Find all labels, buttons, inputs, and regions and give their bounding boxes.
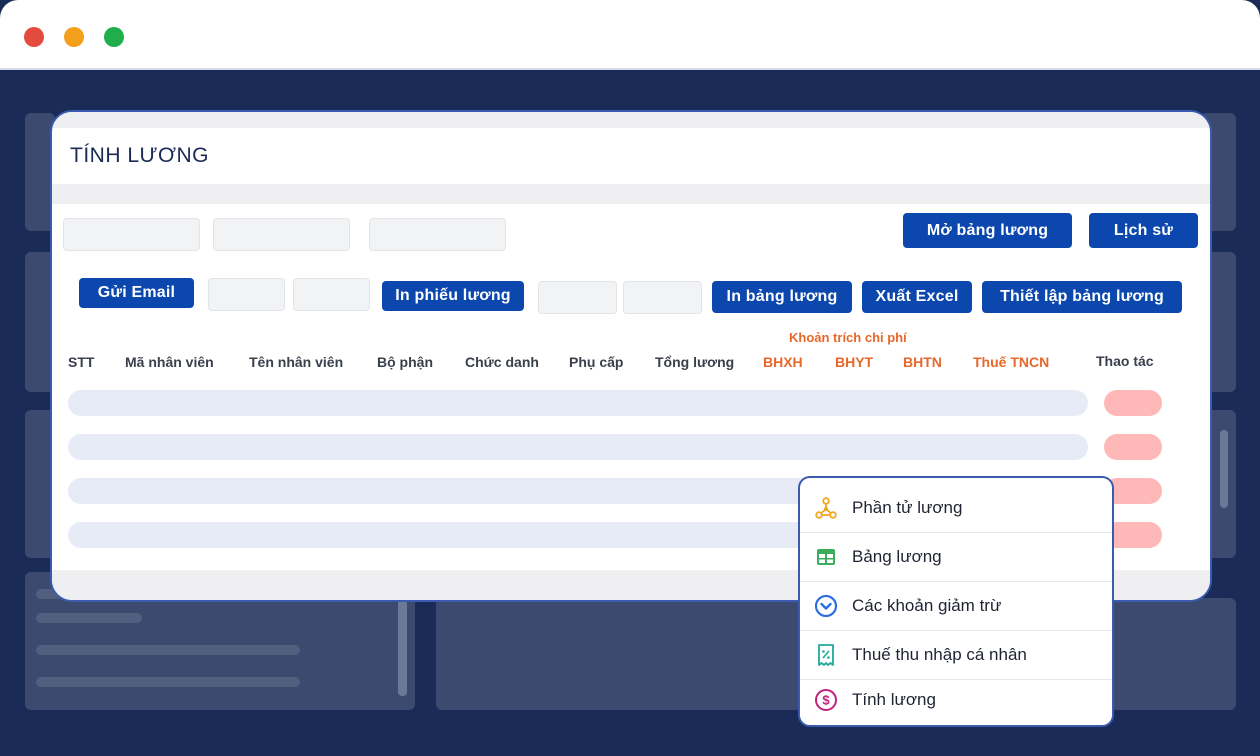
column-header-position: Chức danh (465, 354, 539, 370)
column-header-employee-id: Mã nhân viên (125, 354, 214, 370)
dollar-circle-icon: $ (814, 688, 838, 712)
menu-item-salary-elements[interactable]: Phần tử lương (800, 484, 1112, 533)
ghost-line (36, 645, 300, 655)
menu-item-label: Tính lương (852, 690, 936, 709)
table-row[interactable] (68, 390, 1088, 416)
column-header-stt: STT (68, 354, 95, 370)
export-excel-button[interactable]: Xuất Excel (862, 281, 972, 313)
menu-item-payroll-table[interactable]: Bảng lương (800, 533, 1112, 582)
svg-text:$: $ (822, 693, 830, 708)
menu-item-deductions[interactable]: Các khoản giảm trừ (800, 582, 1112, 631)
column-header-actions: Thao tác (1096, 353, 1154, 369)
ghost-line (36, 677, 300, 687)
table-row[interactable] (68, 434, 1088, 460)
menu-item-calculate-payroll[interactable]: $ Tính lương (800, 676, 1112, 724)
payroll-setup-button[interactable]: Thiết lập bảng lương (982, 281, 1182, 313)
maximize-window-button[interactable] (104, 27, 124, 47)
menu-item-label: Thuế thu nhập cá nhân (852, 645, 1027, 664)
close-window-button[interactable] (24, 27, 44, 47)
column-header-employee-name: Tên nhân viên (249, 354, 344, 370)
filter-field[interactable] (208, 278, 285, 311)
filter-field[interactable] (63, 218, 200, 251)
filter-field[interactable] (369, 218, 506, 251)
column-header-bhyt: BHYT (835, 354, 874, 370)
history-button[interactable]: Lịch sử (1089, 213, 1198, 248)
page-title: TÍNH LƯƠNG (70, 144, 209, 167)
filter-field[interactable] (623, 281, 702, 314)
column-header-allowance: Phụ cấp (569, 354, 624, 370)
window-divider (52, 184, 1210, 204)
browser-titlebar (0, 0, 1260, 70)
ghost-scrollbar (398, 600, 407, 696)
menu-item-personal-income-tax[interactable]: Thuế thu nhập cá nhân (800, 631, 1112, 680)
column-header-total-salary: Tổng lương (655, 354, 735, 370)
column-header-department: Bộ phận (377, 354, 433, 370)
menu-item-label: Phần tử lương (852, 498, 963, 517)
ghost-line (36, 613, 142, 623)
open-payroll-button[interactable]: Mở bảng lương (903, 213, 1072, 248)
filter-field[interactable] (293, 278, 370, 311)
expense-deduction-group-header: Khoản trích chi phí (789, 330, 907, 345)
ghost-scrollbar (1220, 430, 1228, 508)
filter-field[interactable] (213, 218, 350, 251)
receipt-icon (814, 643, 838, 667)
window-top-strip (52, 112, 1210, 128)
row-action-button[interactable] (1104, 390, 1162, 416)
row-action-button[interactable] (1104, 434, 1162, 460)
filter-field[interactable] (538, 281, 617, 314)
nodes-icon (814, 496, 838, 520)
chevron-circle-icon (814, 594, 838, 618)
menu-item-label: Bảng lương (852, 547, 942, 566)
column-header-pit: Thuế TNCN (973, 354, 1050, 370)
minimize-window-button[interactable] (64, 27, 84, 47)
send-email-button[interactable]: Gửi Email (79, 278, 194, 308)
print-payslip-button[interactable]: In phiếu lương (382, 281, 524, 311)
column-header-bhxh: BHXH (763, 354, 803, 370)
print-payroll-button[interactable]: In bảng lương (712, 281, 852, 313)
menu-item-label: Các khoản giảm trừ (852, 596, 1002, 615)
column-header-bhtn: BHTN (903, 354, 942, 370)
table-icon (814, 545, 838, 569)
payroll-menu: Phần tử lương Bảng lương Các khoản giảm … (798, 476, 1114, 727)
